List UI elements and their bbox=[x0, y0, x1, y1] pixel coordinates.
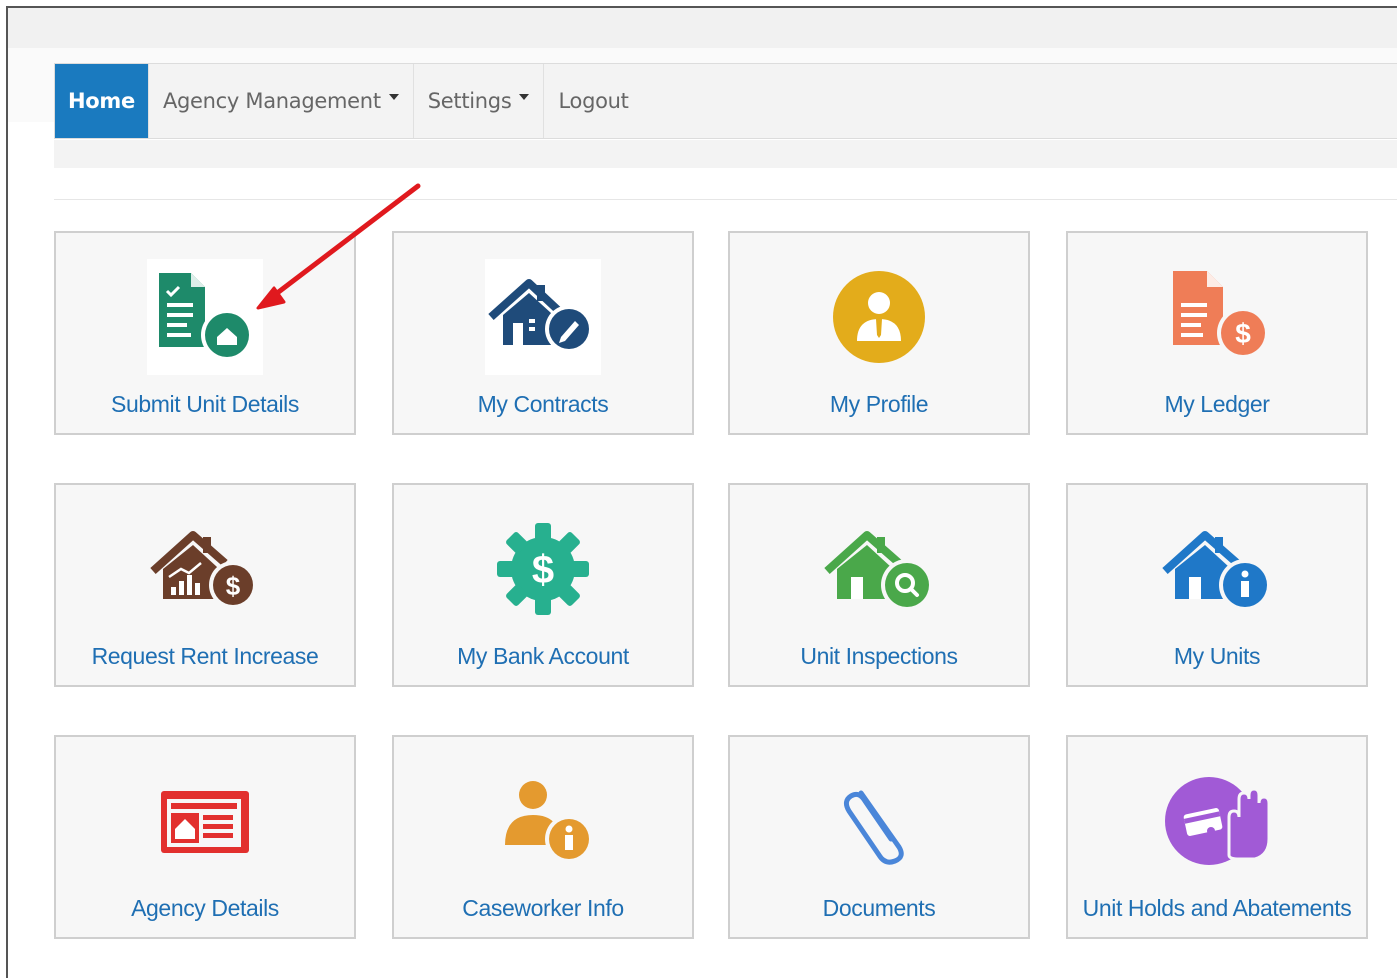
holds-hand-card-icon bbox=[1159, 763, 1275, 879]
agency-newspaper-icon bbox=[147, 763, 263, 879]
tile-label: Request Rent Increase bbox=[91, 643, 319, 669]
tile-label: Caseworker Info bbox=[462, 895, 624, 921]
units-house-info-icon bbox=[1159, 511, 1275, 627]
tile-my-contracts[interactable]: My Contracts bbox=[392, 231, 694, 435]
tile-label: Unit Inspections bbox=[800, 643, 958, 669]
contracts-house-icon bbox=[485, 259, 601, 375]
bank-gear-dollar-icon: $ bbox=[485, 511, 601, 627]
nav-settings-label: Settings bbox=[427, 89, 512, 113]
tile-label: My Profile bbox=[829, 391, 929, 417]
tile-my-ledger[interactable]: $ My Ledger bbox=[1066, 231, 1368, 435]
tile-label: My Units bbox=[1173, 643, 1261, 669]
nav-settings[interactable]: Settings bbox=[414, 64, 545, 138]
svg-text:$: $ bbox=[226, 571, 241, 601]
main-navbar: Home Agency Management Settings Logout bbox=[54, 63, 1397, 139]
nav-home[interactable]: Home bbox=[55, 64, 149, 138]
tile-submit-unit-details[interactable]: Submit Unit Details bbox=[54, 231, 356, 435]
tile-documents[interactable]: Documents bbox=[728, 735, 1030, 939]
nav-home-label: Home bbox=[68, 89, 135, 113]
tile-label: Agency Details bbox=[131, 895, 279, 921]
profile-person-icon bbox=[821, 259, 937, 375]
content-divider bbox=[54, 199, 1397, 200]
submit-unit-details-icon bbox=[147, 259, 263, 375]
inspection-house-search-icon bbox=[821, 511, 937, 627]
tile-label: My Bank Account bbox=[457, 643, 629, 669]
browser-top-band bbox=[8, 8, 1397, 48]
tile-label: My Contracts bbox=[477, 391, 609, 417]
tile-unit-inspections[interactable]: Unit Inspections bbox=[728, 483, 1030, 687]
ledger-dollar-icon: $ bbox=[1159, 259, 1275, 375]
sub-navbar bbox=[54, 140, 1397, 168]
tile-label: Documents bbox=[822, 895, 936, 921]
caret-down-icon bbox=[519, 94, 530, 100]
tile-my-bank-account[interactable]: $ My Bank Account bbox=[392, 483, 694, 687]
tile-caseworker-info[interactable]: Caseworker Info bbox=[392, 735, 694, 939]
nav-agency-management[interactable]: Agency Management bbox=[149, 64, 414, 138]
tile-request-rent-increase[interactable]: $ Request Rent Increase bbox=[54, 483, 356, 687]
paperclip-icon bbox=[821, 763, 937, 879]
tile-label: My Ledger bbox=[1164, 391, 1270, 417]
tile-label: Unit Holds and Abatements bbox=[1082, 895, 1352, 921]
rent-increase-house-icon: $ bbox=[147, 511, 263, 627]
tile-unit-holds-and-abatements[interactable]: Unit Holds and Abatements bbox=[1066, 735, 1368, 939]
tile-my-profile[interactable]: My Profile bbox=[728, 231, 1030, 435]
caseworker-info-icon bbox=[485, 763, 601, 879]
tile-my-units[interactable]: My Units bbox=[1066, 483, 1368, 687]
caret-down-icon bbox=[388, 94, 399, 100]
nav-agency-management-label: Agency Management bbox=[162, 89, 381, 113]
nav-logout[interactable]: Logout bbox=[544, 64, 642, 138]
nav-logout-label: Logout bbox=[558, 89, 629, 113]
svg-text:$: $ bbox=[532, 548, 554, 592]
svg-text:$: $ bbox=[1235, 318, 1251, 349]
tile-agency-details[interactable]: Agency Details bbox=[54, 735, 356, 939]
tile-label: Submit Unit Details bbox=[111, 391, 299, 417]
